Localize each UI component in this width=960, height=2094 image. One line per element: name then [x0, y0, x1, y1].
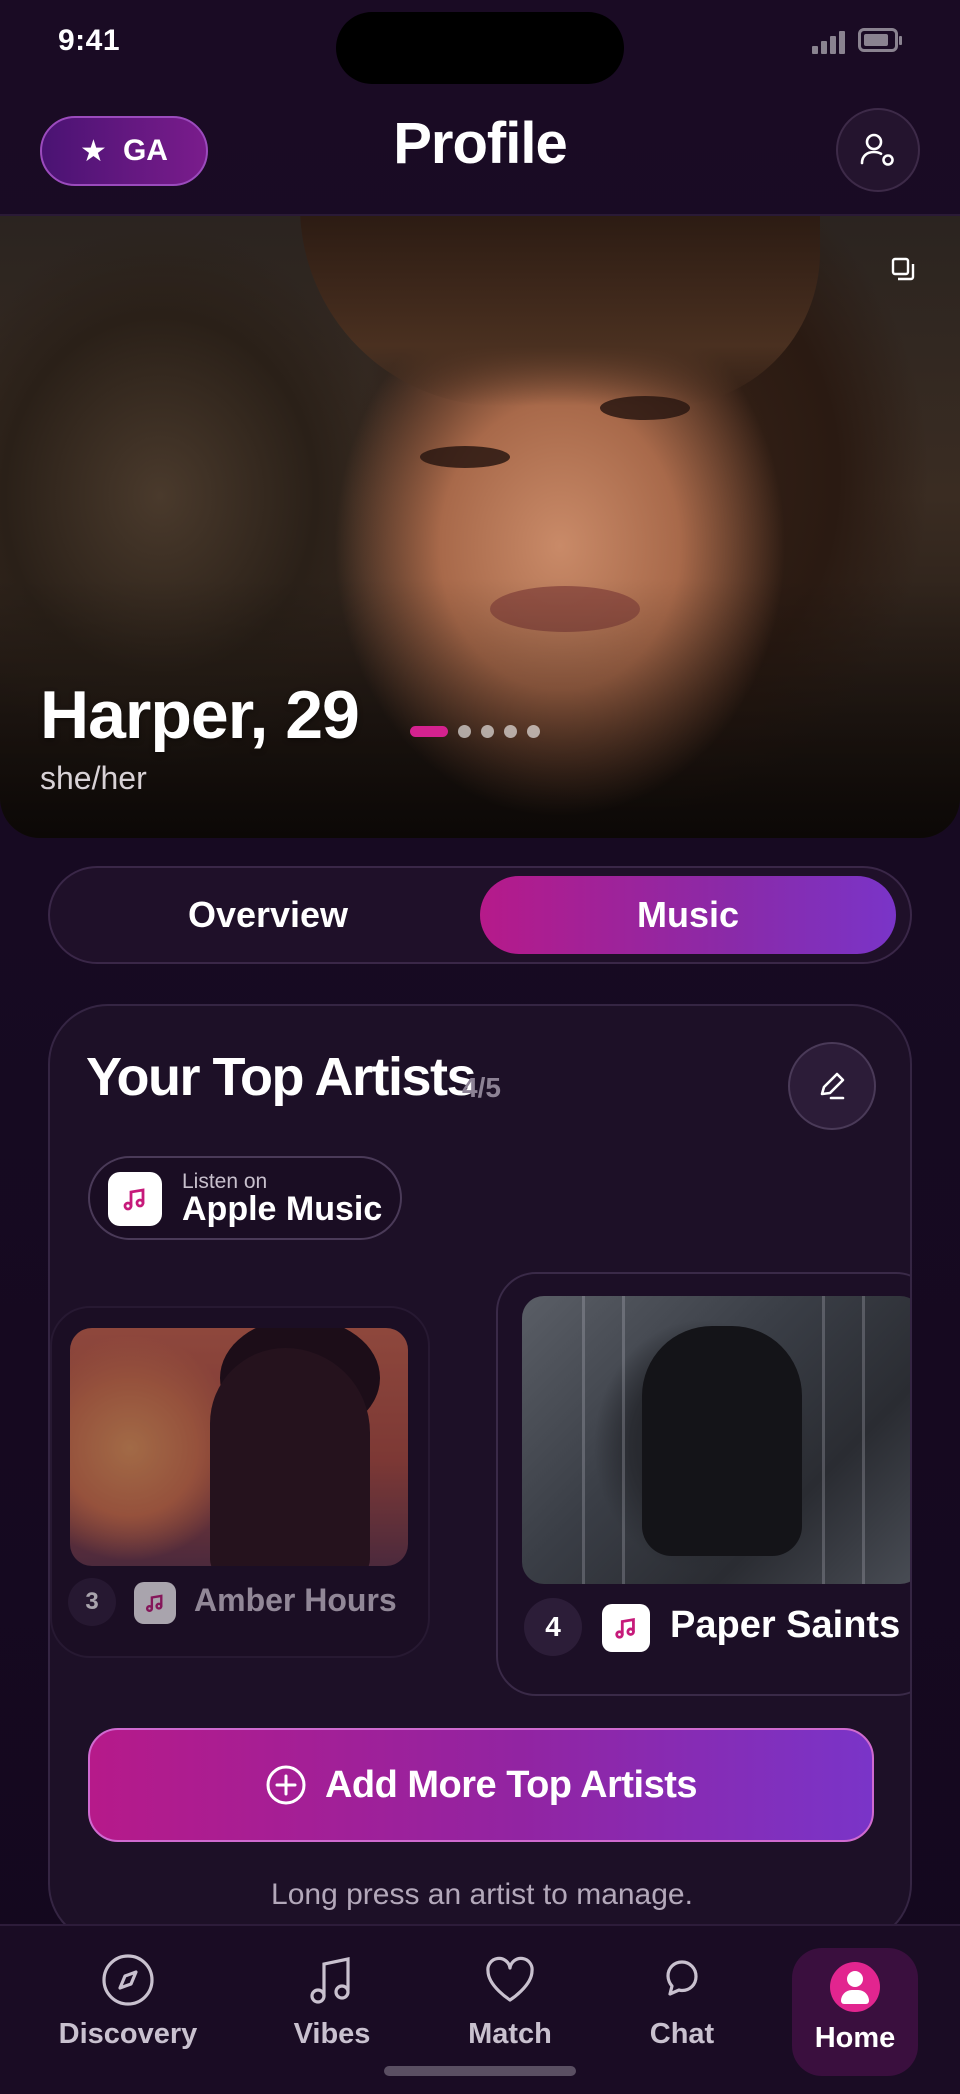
apple-music-icon — [602, 1604, 650, 1652]
nav-label: Home — [814, 2022, 896, 2054]
page-dot[interactable] — [527, 724, 540, 738]
nav-home[interactable]: Home — [792, 1948, 918, 2076]
profile-screen: 9:41 ★ GA Profile Harper, 29 she/her Ove… — [0, 0, 960, 2094]
tab-overview[interactable]: Overview — [60, 876, 476, 954]
profile-icon — [830, 1962, 880, 2012]
status-bar: 9:41 — [0, 0, 960, 90]
account-settings-button[interactable] — [836, 108, 920, 192]
page-dot[interactable] — [481, 724, 494, 738]
artist-name: Paper Saints — [670, 1604, 901, 1646]
nav-label: Vibes — [293, 2018, 371, 2050]
page-dot-active[interactable] — [410, 725, 448, 737]
page-title: Profile — [393, 111, 568, 176]
add-more-top-artists-button[interactable]: Add More Top Artists — [88, 1728, 874, 1842]
listen-on-apple-music-button[interactable]: Listen on Apple Music — [88, 1156, 402, 1240]
top-artists-card: Your Top Artists 4/5 Listen on Apple Mus… — [48, 1004, 912, 1944]
photo-page-indicator[interactable] — [410, 724, 540, 738]
manage-hint: Long press an artist to manage. — [271, 1878, 693, 1911]
nav-label: Chat — [649, 2018, 715, 2050]
nav-vibes[interactable]: Vibes — [262, 1952, 402, 2072]
nav-label: Discovery — [58, 2018, 198, 2050]
plus-circle-icon — [266, 1765, 306, 1805]
artist-name: Amber Hours — [194, 1582, 397, 1618]
user-settings-icon — [860, 133, 894, 166]
add-more-label: Add More Top Artists — [324, 1763, 698, 1806]
photo-hair — [300, 216, 820, 406]
artist-rank: 3 — [68, 1578, 116, 1626]
profile-pronouns: she/her — [40, 760, 147, 796]
tab-music[interactable]: Music — [480, 876, 896, 954]
pencil-icon — [820, 1072, 845, 1100]
app-header: ★ GA Profile — [0, 90, 960, 216]
music-note-icon — [310, 1957, 350, 2004]
nav-match[interactable]: Match — [440, 1952, 580, 2072]
heart-icon — [486, 1956, 534, 2002]
nav-label: Match — [468, 2018, 552, 2050]
signal-icon — [812, 30, 846, 54]
status-time: 9:41 — [58, 24, 121, 57]
profile-name-age: Harper, 29 — [40, 677, 360, 753]
home-indicator[interactable] — [384, 2066, 576, 2076]
nav-discovery[interactable]: Discovery — [58, 1952, 198, 2072]
top-artists-count: 4/5 — [462, 1072, 501, 1103]
nav-chat[interactable]: Chat — [612, 1952, 752, 2072]
apple-music-icon — [134, 1582, 176, 1624]
page-dot[interactable] — [504, 724, 517, 738]
artist-artwork — [522, 1296, 910, 1584]
artist-artwork — [70, 1328, 408, 1566]
edit-top-artists-button[interactable] — [788, 1042, 876, 1130]
battery-icon — [858, 28, 902, 52]
dynamic-island — [336, 12, 624, 84]
multiple-photos-icon — [891, 257, 915, 281]
page-dot[interactable] — [458, 724, 471, 738]
chat-bubble-icon — [666, 1960, 698, 1996]
artist-card[interactable]: 3 Amber Hours — [50, 1306, 430, 1658]
profile-photo-carousel[interactable]: Harper, 29 she/her — [0, 216, 960, 838]
artist-card[interactable]: 4 Paper Saints — [496, 1272, 910, 1696]
artist-rank: 4 — [524, 1598, 582, 1656]
profile-tabs: Overview Music — [48, 866, 912, 964]
top-artists-title: Your Top Artists — [86, 1047, 477, 1107]
apple-music-icon — [108, 1172, 162, 1226]
compass-icon — [102, 1954, 154, 2006]
service-name: Apple Music — [182, 1190, 383, 1228]
